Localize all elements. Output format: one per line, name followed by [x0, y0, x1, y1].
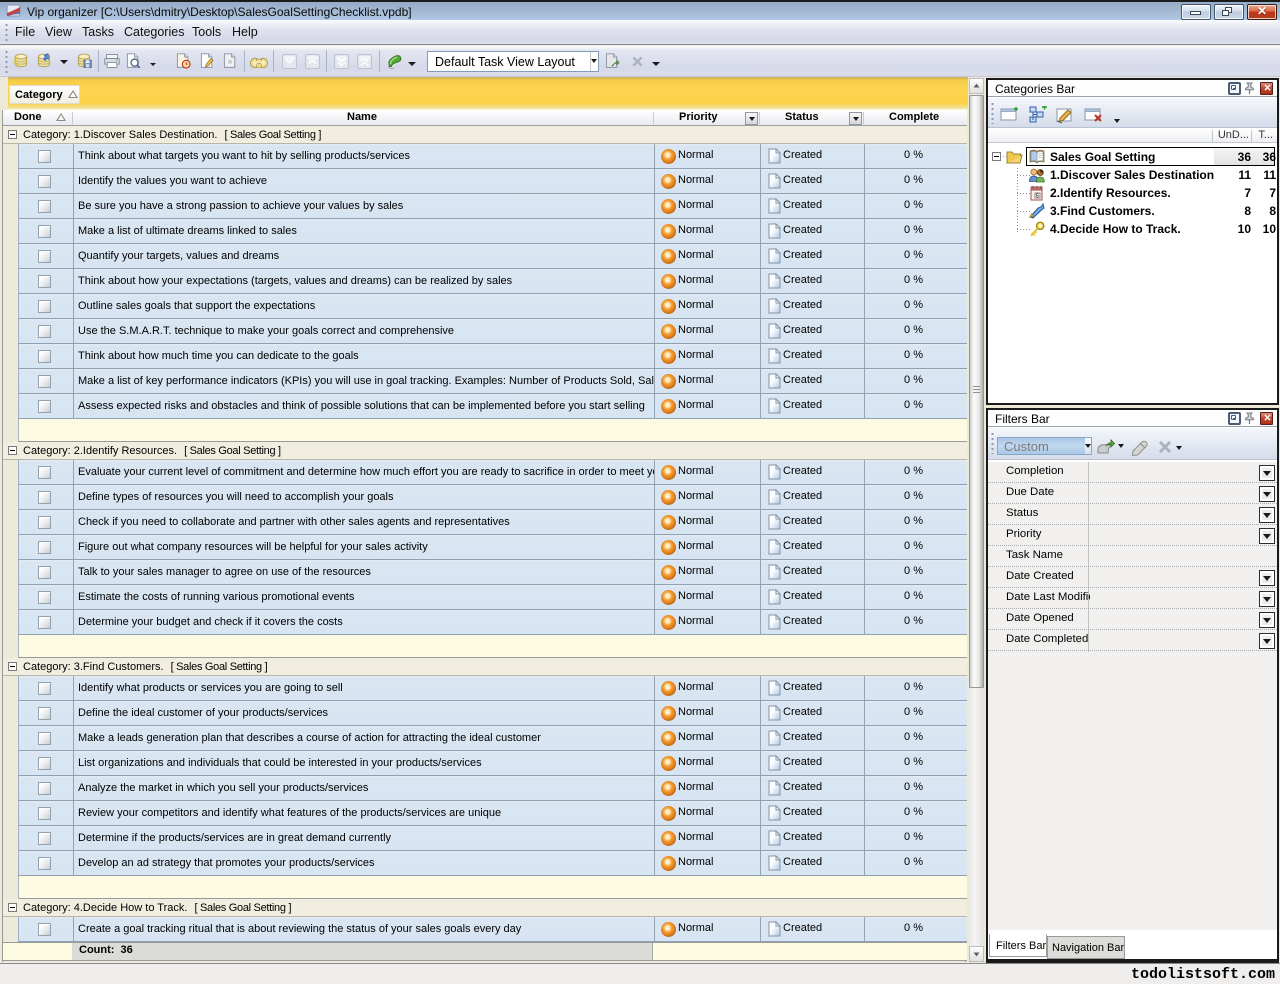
svg-text:5: 5 — [1036, 194, 1039, 200]
